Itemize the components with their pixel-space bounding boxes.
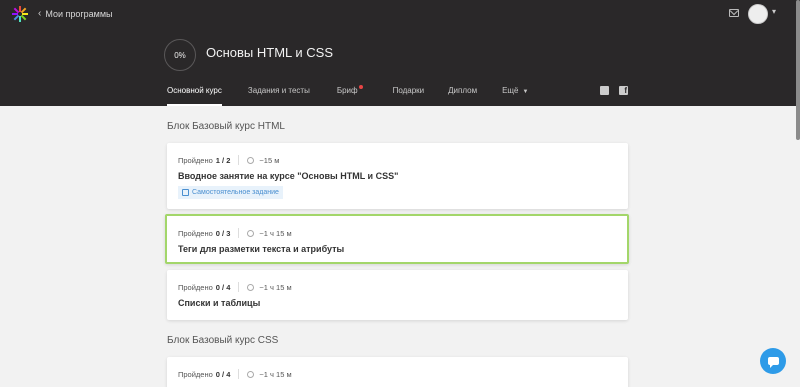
lesson-card[interactable]: Пройдено 1 / 2 ~15 м Вводное занятие на к… [167,143,628,209]
lesson-meta: Пройдено 0 / 4 ~1 ч 15 м [178,369,292,379]
back-link-label: Мои программы [45,8,113,19]
clock-icon [247,370,255,378]
lesson-card[interactable]: Пройдено 0 / 3 ~1 ч 15 м Теги для разметк… [165,214,629,264]
avatar[interactable] [748,4,768,24]
notification-dot [358,85,363,89]
lesson-card[interactable]: Пройдено 0 / 4 ~1 ч 15 м Списки и таблицы [167,270,628,320]
chevron-down-icon[interactable]: ▾ [772,7,776,16]
duration: ~1 ч 15 м [259,228,292,238]
lesson-title: Вводное занятие на курсе "Основы HTML и … [178,171,399,181]
passed-count: 1 / 2 [215,155,231,165]
lesson-meta: Пройдено 1 / 2 ~15 м [178,155,280,165]
duration: ~1 ч 15 м [259,282,292,292]
course-tabs: Основной курс Задания и тесты Бриф Подар… [167,85,528,106]
block-title: Блок Базовый курс HTML [167,121,285,132]
tab-tasks-tests[interactable]: Задания и тесты [248,86,310,106]
lesson-title: Списки и таблицы [178,298,261,308]
clock-icon [247,283,255,291]
passed-count: 0 / 3 [215,228,231,238]
chevron-down-icon: ▼ [522,89,529,95]
edit-icon [182,189,189,196]
block-title: Блок Базовый курс CSS [167,335,279,346]
tab-more[interactable]: Ещё ▼ [502,86,528,106]
back-to-programs-link[interactable]: ‹ Мои программы [38,8,113,19]
chevron-left-icon: ‹ [38,8,42,19]
self-task-badge[interactable]: Самостоятельное задание [178,186,283,199]
download-icon[interactable] [600,86,609,95]
passed-count: 0 / 4 [215,369,231,379]
tab-gifts[interactable]: Подарки [393,86,425,106]
duration: ~15 м [259,155,280,165]
course-header: ‹ Мои программы ▾ 0% Основы HTML и CSS О… [0,0,800,106]
chat-icon [767,357,779,368]
tab-brief[interactable]: Бриф [337,85,363,106]
mail-icon[interactable] [729,9,739,17]
lesson-meta: Пройдено 0 / 3 ~1 ч 15 м [178,228,292,238]
clock-icon [247,229,255,237]
page-title: Основы HTML и CSS [206,45,334,60]
tab-main-course[interactable]: Основной курс [167,86,222,106]
lesson-card[interactable]: Пройдено 0 / 4 ~1 ч 15 м [167,357,628,387]
course-progress: 0% [164,39,196,71]
clock-icon [247,156,255,164]
tab-diploma[interactable]: Диплом [448,86,477,106]
lesson-title: Теги для разметки текста и атрибуты [178,244,345,254]
scrollbar[interactable] [796,0,800,140]
facebook-icon[interactable]: f [619,86,628,95]
logo-icon[interactable] [12,6,28,22]
chat-button[interactable] [760,348,786,374]
passed-count: 0 / 4 [215,282,231,292]
duration: ~1 ч 15 м [259,369,292,379]
lesson-meta: Пройдено 0 / 4 ~1 ч 15 м [178,282,292,292]
